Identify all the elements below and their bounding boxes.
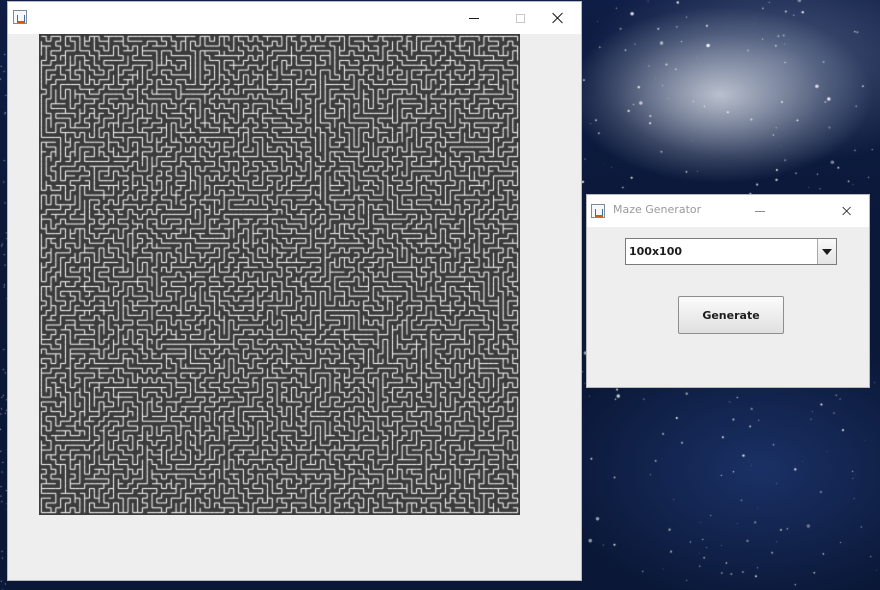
close-icon — [552, 12, 564, 24]
close-button[interactable] — [825, 195, 869, 227]
maze-size-select[interactable]: 100x100 — [625, 238, 837, 265]
maze-canvas — [39, 34, 520, 515]
close-icon — [842, 206, 852, 216]
maximize-icon — [515, 13, 525, 23]
dropdown-arrow-button[interactable] — [817, 239, 836, 264]
dropdown-arrow-icon — [822, 248, 832, 255]
minimize-button[interactable] — [451, 2, 497, 34]
close-button[interactable] — [535, 2, 581, 34]
maze-size-value: 100x100 — [629, 245, 683, 258]
maze-generator-window: Maze Generator 100x100 Generate — [587, 195, 869, 387]
minimize-icon — [755, 210, 765, 212]
minimize-button[interactable] — [737, 195, 783, 227]
generator-titlebar[interactable]: Maze Generator — [587, 195, 869, 227]
minimize-icon — [469, 17, 479, 19]
java-app-icon — [13, 10, 27, 24]
generator-window-title: Maze Generator — [613, 203, 702, 216]
generate-button[interactable]: Generate — [678, 296, 784, 334]
java-app-icon — [591, 204, 605, 218]
maze-window-titlebar[interactable] — [8, 2, 581, 34]
maze-window — [8, 2, 581, 580]
